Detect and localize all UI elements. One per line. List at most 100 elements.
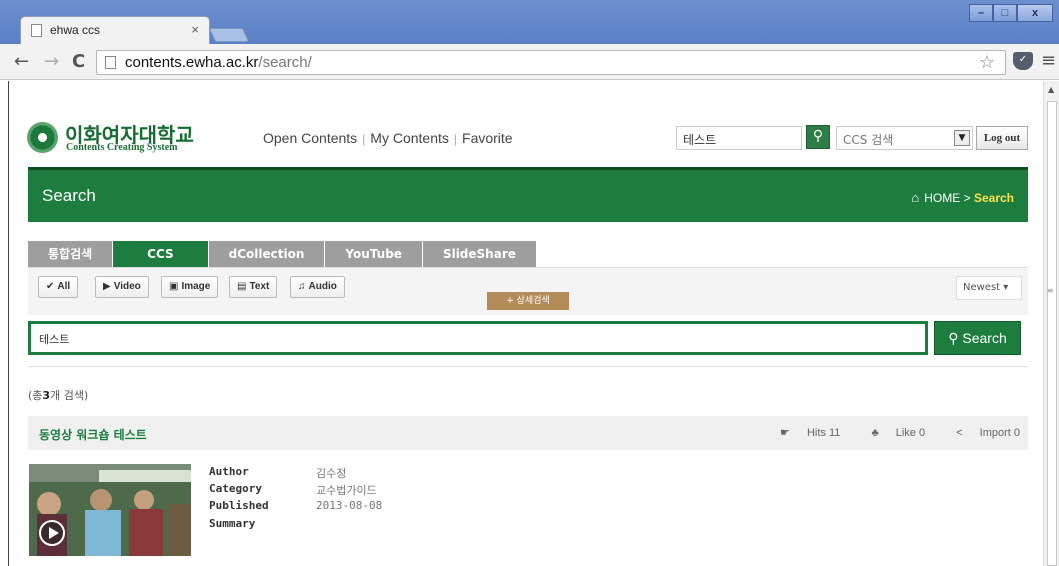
logo-english-text: Contents Creating System: [66, 142, 178, 153]
url-host: contents.ewha.ac.kr: [125, 54, 259, 71]
result-title-link[interactable]: 동영상 워크숍 테스트: [39, 426, 147, 443]
result-count-suffix: 개 검색): [50, 389, 89, 402]
import-count: Import 0: [979, 427, 1020, 439]
result-count-prefix: (총: [28, 389, 43, 402]
sort-select[interactable]: Newest ▾: [956, 276, 1022, 300]
pointer-icon: ☛: [780, 427, 790, 439]
reload-button[interactable]: C: [72, 51, 85, 72]
chevron-down-icon: ▾: [1003, 282, 1009, 293]
vertical-scrollbar[interactable]: ▲ ≡: [1043, 81, 1059, 566]
filter-label: Text: [249, 281, 270, 292]
filter-video-button[interactable]: ▶ Video: [95, 276, 149, 298]
scrollbar-thumb[interactable]: [1047, 101, 1057, 566]
breadcrumb: ⌂ HOME > Search: [911, 190, 1014, 205]
tab-dcollection[interactable]: dCollection: [208, 241, 326, 267]
meta-author-label: Author: [209, 465, 249, 478]
chevron-down-icon: ▼: [954, 130, 970, 146]
filter-label: All: [57, 281, 71, 292]
minimize-button[interactable]: –: [969, 4, 993, 22]
nav-open-contents[interactable]: Open Contents: [263, 130, 357, 146]
scroll-up-arrow-icon[interactable]: ▲: [1048, 85, 1054, 94]
breadcrumb-home[interactable]: HOME: [924, 191, 960, 205]
meta-category-value: 교수법가이드: [316, 484, 377, 497]
top-navigation: Open Contents | My Contents | Favorite: [263, 130, 513, 146]
result-count-number: 3: [42, 389, 51, 402]
tab-youtube[interactable]: YouTube: [325, 241, 423, 267]
meta-summary-label: Summary: [209, 517, 256, 530]
url-path: /search/: [258, 54, 312, 71]
header-search-icon[interactable]: ⚲: [806, 125, 830, 149]
forward-button[interactable]: →: [44, 51, 59, 72]
browser-toolbar: ← → C contents.ewha.ac.kr/search/ ☆: [0, 44, 1059, 80]
search-button-label: Search: [962, 330, 1007, 346]
tab-slideshare[interactable]: SlideShare: [422, 241, 537, 267]
detail-search-button[interactable]: + 상세검색: [487, 292, 569, 310]
image-icon: ▣: [169, 281, 179, 292]
filter-label: Video: [113, 281, 141, 292]
meta-published-label: Published: [209, 499, 269, 512]
window-controls: – □ x: [969, 4, 1053, 22]
page-title: Search: [42, 186, 96, 205]
ewha-emblem-icon: [27, 122, 58, 153]
document-icon: ▤: [237, 281, 247, 292]
header-search-input[interactable]: 테스트: [676, 126, 802, 150]
tab-title: ehwa ccs: [50, 23, 101, 37]
meta-published-value: 2013-08-08: [316, 499, 383, 512]
tab-ccs[interactable]: CCS: [113, 241, 209, 267]
search-scope-select[interactable]: CCS 검색 ▼: [836, 126, 973, 150]
new-tab-button[interactable]: [208, 28, 250, 42]
check-icon: ✔: [46, 281, 55, 292]
search-scope-value: CCS 검색: [843, 133, 894, 147]
tab-integrated[interactable]: 통합검색: [28, 241, 114, 267]
maximize-button[interactable]: □: [993, 4, 1017, 22]
browser-tab[interactable]: ehwa ccs ×: [20, 16, 210, 44]
page-banner: Search ⌂ HOME > Search: [28, 167, 1028, 222]
like-button[interactable]: ♣ Like 0: [857, 427, 925, 439]
menu-icon[interactable]: ≡: [1041, 50, 1056, 71]
browser-titlebar: ehwa ccs × – □ x: [0, 0, 1059, 44]
breadcrumb-current: Search: [973, 191, 1014, 205]
hits-count: Hits 11: [806, 427, 841, 439]
play-icon: ▶: [103, 281, 111, 292]
filter-audio-button[interactable]: ♫ Audio: [290, 276, 345, 298]
filter-bar: ✔ All ▶ Video ▣ Image ▤ Text ♫ Audio + 상세검색 N…: [28, 267, 1028, 315]
nav-separator: |: [362, 132, 366, 146]
filter-label: Audio: [308, 281, 337, 292]
pocket-icon[interactable]: ✓: [1013, 52, 1033, 70]
search-source-tabs: 통합검색 CCS dCollection YouTube SlideShare: [28, 241, 537, 267]
hits-stat: ☛ Hits 11: [766, 427, 840, 439]
result-stats: ☛ Hits 11 ♣ Like 0 < Import 0: [752, 426, 1020, 439]
main-search-input[interactable]: 테스트: [28, 321, 928, 355]
page-viewport: 이화여자대학교 Contents Creating System Open Co…: [0, 81, 1059, 566]
play-icon[interactable]: [39, 520, 65, 546]
share-icon: <: [956, 427, 963, 439]
filter-all-button[interactable]: ✔ All: [38, 276, 79, 298]
search-icon: ⚲: [948, 330, 959, 346]
scrollbar-grip-icon: ≡: [1047, 286, 1054, 295]
nav-favorite[interactable]: Favorite: [462, 130, 513, 146]
nav-separator: |: [453, 132, 458, 146]
url-text: contents.ewha.ac.kr/search/: [125, 54, 312, 71]
nav-my-contents[interactable]: My Contents: [370, 130, 449, 146]
close-window-button[interactable]: x: [1017, 4, 1053, 22]
page-icon: [105, 56, 116, 69]
filter-text-button[interactable]: ▤ Text: [229, 276, 278, 298]
bookmark-star-icon[interactable]: ☆: [979, 52, 995, 73]
back-button[interactable]: ←: [14, 51, 29, 72]
main-search-button[interactable]: ⚲ Search: [934, 321, 1021, 355]
filter-label: Image: [181, 281, 211, 292]
video-thumbnail[interactable]: [29, 464, 191, 556]
filter-image-button[interactable]: ▣ Image: [161, 276, 219, 298]
home-icon: ⌂: [911, 190, 920, 205]
thumbs-up-icon: ♣: [871, 427, 879, 439]
music-note-icon: ♫: [298, 281, 306, 292]
page-left-border: [8, 81, 9, 566]
result-count: (총3개 검색): [28, 387, 88, 403]
like-count: Like 0: [895, 427, 926, 439]
import-button[interactable]: < Import 0: [942, 427, 1020, 439]
logout-button[interactable]: Log out: [976, 126, 1028, 150]
address-bar[interactable]: contents.ewha.ac.kr/search/ ☆: [96, 50, 1006, 75]
tab-close-icon[interactable]: ×: [191, 22, 199, 37]
result-header: 동영상 워크숍 테스트 ☛ Hits 11 ♣ Like 0 < Import …: [28, 416, 1028, 450]
sort-value: Newest: [963, 282, 1001, 293]
